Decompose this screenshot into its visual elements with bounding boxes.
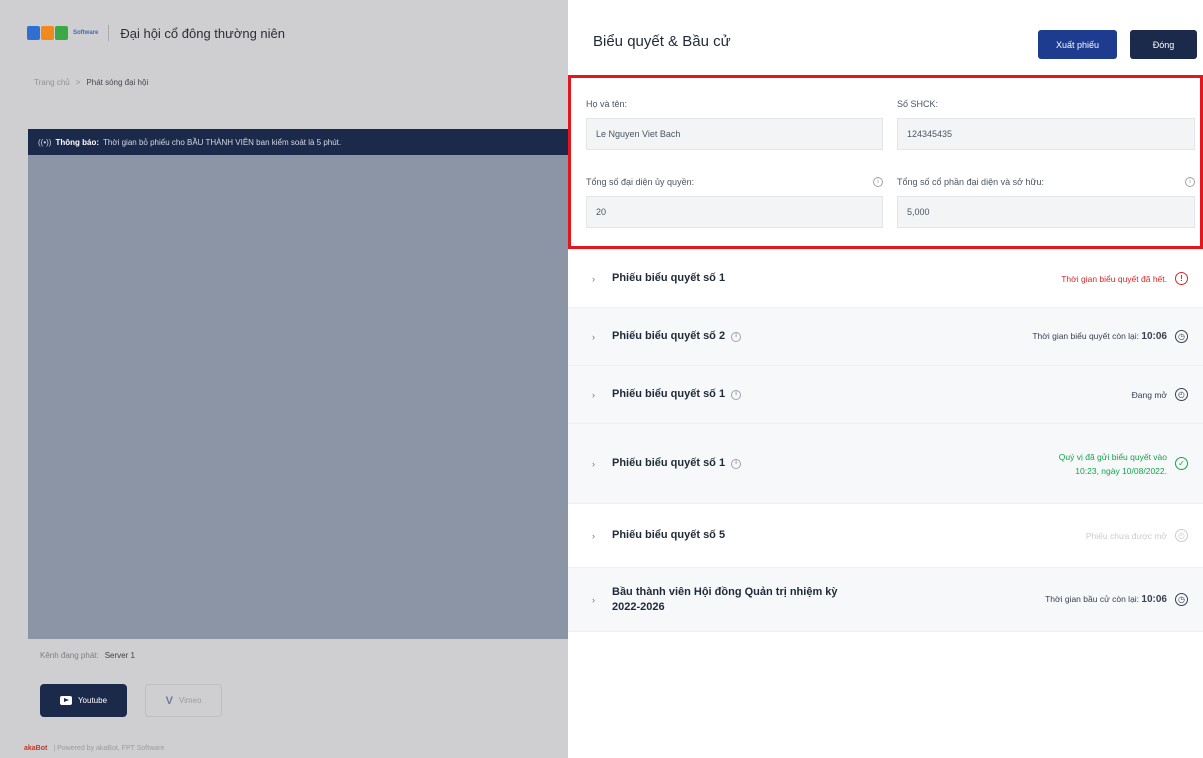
chevron-right-icon: › — [592, 594, 595, 605]
ballot-status-text-line2: 10:23, ngày 10/08/2022. — [1075, 465, 1167, 476]
voting-drawer: Biểu quyết & Bầu cử Xuất phiếu Đóng Họ v… — [568, 0, 1203, 758]
election-status-text: Thời gian bầu cử còn lại: — [1045, 594, 1140, 604]
timer-icon: ◷ — [1175, 593, 1188, 606]
vimeo-button[interactable]: V Vimeo — [145, 684, 222, 717]
close-button[interactable]: Đóng — [1130, 30, 1197, 59]
ballot-item[interactable]: › Phiếu biểu quyết số 5 Phiếu chưa được … — [568, 504, 1203, 568]
election-status: Thời gian bầu cử còn lại: 10:06 ◷ — [1045, 592, 1188, 607]
notice-prefix: Thông báo: — [55, 137, 100, 147]
ballot-status-text: Quý vị đã gửi biểu quyết vào — [1058, 451, 1167, 462]
video-player[interactable] — [28, 155, 568, 639]
shares-label: Tổng số cổ phần đại diện và sở hữu: — [897, 177, 1045, 187]
ballot-status-text: Thời gian biểu quyết đã hết. — [1061, 273, 1167, 284]
channel-label: Kênh đang phát: — [40, 651, 99, 660]
ballot-status: Quý vị đã gửi biểu quyết vào 10:23, ngày… — [1059, 450, 1188, 478]
breadcrumb-separator: > — [75, 78, 81, 87]
chevron-right-icon: › — [592, 530, 595, 541]
alert-icon: ! — [1175, 272, 1188, 285]
shareholder-id-field: Số SHCK: 124345435 — [897, 99, 1195, 150]
vimeo-label: Vimeo — [178, 696, 202, 705]
ballot-status: Phiếu chưa được mở ◴ — [1086, 529, 1188, 543]
ballot-item[interactable]: › Phiếu biểu quyết số 2 i Thời gian biểu… — [568, 308, 1203, 366]
notice-text: Thời gian bỏ phiếu cho BẦU THÀNH VIÊN ba… — [103, 137, 342, 147]
akabot-logo: akaBot — [24, 745, 48, 752]
countdown-value: 10:06 — [1141, 331, 1167, 342]
name-field: Họ và tên: Le Nguyen Viet Bach — [586, 99, 883, 150]
footer: akaBot | Powered by akaBot, FPT Software — [24, 745, 164, 752]
ballot-status-text: Thời gian biểu quyết còn lại: — [1032, 331, 1140, 341]
info-icon[interactable]: i — [731, 389, 742, 400]
info-icon[interactable]: i — [1185, 177, 1195, 187]
ballot-title: Phiếu biểu quyết số 1 — [612, 272, 726, 284]
ballot-status-text: Đang mở — [1131, 389, 1167, 400]
shares-input: 5,000 — [897, 196, 1195, 228]
ballot-status: Đang mở ◴ — [1132, 388, 1188, 402]
shareholder-id-input: 124345435 — [897, 118, 1195, 150]
proxy-count-field: Tổng số đại diện ủy quyền: i 20 — [586, 177, 883, 228]
countdown-value: 10:06 — [1141, 594, 1167, 605]
clock-icon: ◴ — [1175, 388, 1188, 401]
header-divider — [108, 25, 110, 41]
election-title-line2: 2022-2026 — [612, 600, 665, 613]
name-label: Họ và tên: — [586, 99, 628, 109]
timer-icon: ◷ — [1175, 330, 1188, 343]
clock-disabled-icon: ◴ — [1175, 529, 1188, 542]
footer-text: | Powered by akaBot, FPT Software — [53, 745, 165, 752]
broadcast-icon: ((•)) — [38, 137, 52, 147]
ballot-item[interactable]: › Phiếu biểu quyết số 1 Thời gian biểu q… — [568, 250, 1203, 308]
shares-field: Tổng số cổ phần đại diện và sở hữu: i 5,… — [897, 177, 1195, 228]
chevron-right-icon: › — [592, 458, 595, 469]
check-circle-icon: ✓ — [1175, 457, 1188, 470]
channel-info: Kênh đang phát: Server 1 — [40, 651, 135, 660]
ballot-item[interactable]: › Phiếu biểu quyết số 1 i Đang mở ◴ — [568, 366, 1203, 424]
youtube-label: Youtube — [77, 696, 108, 705]
ballot-title: Phiếu biểu quyết số 5 — [612, 529, 726, 541]
ballot-title: Phiếu biểu quyết số 2 — [612, 330, 726, 342]
name-input: Le Nguyen Viet Bach — [586, 118, 883, 150]
page-title: Đại hội cổ đông thường niên — [120, 25, 286, 41]
notice-banner: ((•)) Thông báo: Thời gian bỏ phiếu cho … — [28, 129, 568, 155]
chevron-right-icon: › — [592, 389, 595, 400]
ballot-status: Thời gian biểu quyết đã hết. ! — [1061, 272, 1188, 286]
chevron-right-icon: › — [592, 273, 595, 284]
channel-value: Server 1 — [104, 651, 135, 660]
ballot-item[interactable]: › Phiếu biểu quyết số 1 i Quý vị đã gửi … — [568, 424, 1203, 504]
page-header: Software Đại hội cổ đông thường niên — [0, 0, 568, 66]
fpt-logo: Software — [27, 26, 104, 40]
shareholder-id-label: Số SHCK: — [897, 99, 939, 109]
breadcrumb-current: Phát sóng đại hội — [86, 78, 149, 87]
ballot-list: › Phiếu biểu quyết số 1 Thời gian biểu q… — [568, 250, 1203, 632]
proxy-count-input: 20 — [586, 196, 883, 228]
shareholder-info-highlight: Họ và tên: Le Nguyen Viet Bach Số SHCK: … — [568, 75, 1203, 249]
election-item[interactable]: › Bầu thành viên Hội đồng Quản trị nhiệm… — [568, 568, 1203, 632]
youtube-button[interactable]: Youtube — [40, 684, 127, 717]
drawer-title: Biểu quyết & Bầu cử — [593, 33, 731, 50]
info-icon[interactable]: i — [873, 177, 883, 187]
vimeo-icon: V — [165, 694, 173, 707]
ballot-title: Phiếu biểu quyết số 1 — [612, 388, 726, 400]
youtube-icon — [59, 696, 72, 705]
ballot-status: Thời gian biểu quyết còn lại: 10:06 ◷ — [1032, 329, 1188, 344]
election-title: Bầu thành viên Hội đồng Quản trị nhiệm k… — [612, 585, 838, 598]
info-icon[interactable]: i — [731, 331, 742, 342]
breadcrumb-home[interactable]: Trang chủ — [34, 78, 70, 87]
ballot-title: Phiếu biểu quyết số 1 — [612, 457, 726, 469]
info-icon[interactable]: i — [731, 458, 742, 469]
breadcrumb: Trang chủ > Phát sóng đại hội — [34, 78, 148, 87]
chevron-right-icon: › — [592, 331, 595, 342]
export-ballot-button[interactable]: Xuất phiếu — [1038, 30, 1117, 59]
proxy-count-label: Tổng số đại diện ủy quyền: — [586, 177, 695, 187]
background-page: Software Đại hội cổ đông thường niên Tra… — [0, 0, 568, 758]
ballot-status-text: Phiếu chưa được mở — [1085, 530, 1167, 541]
